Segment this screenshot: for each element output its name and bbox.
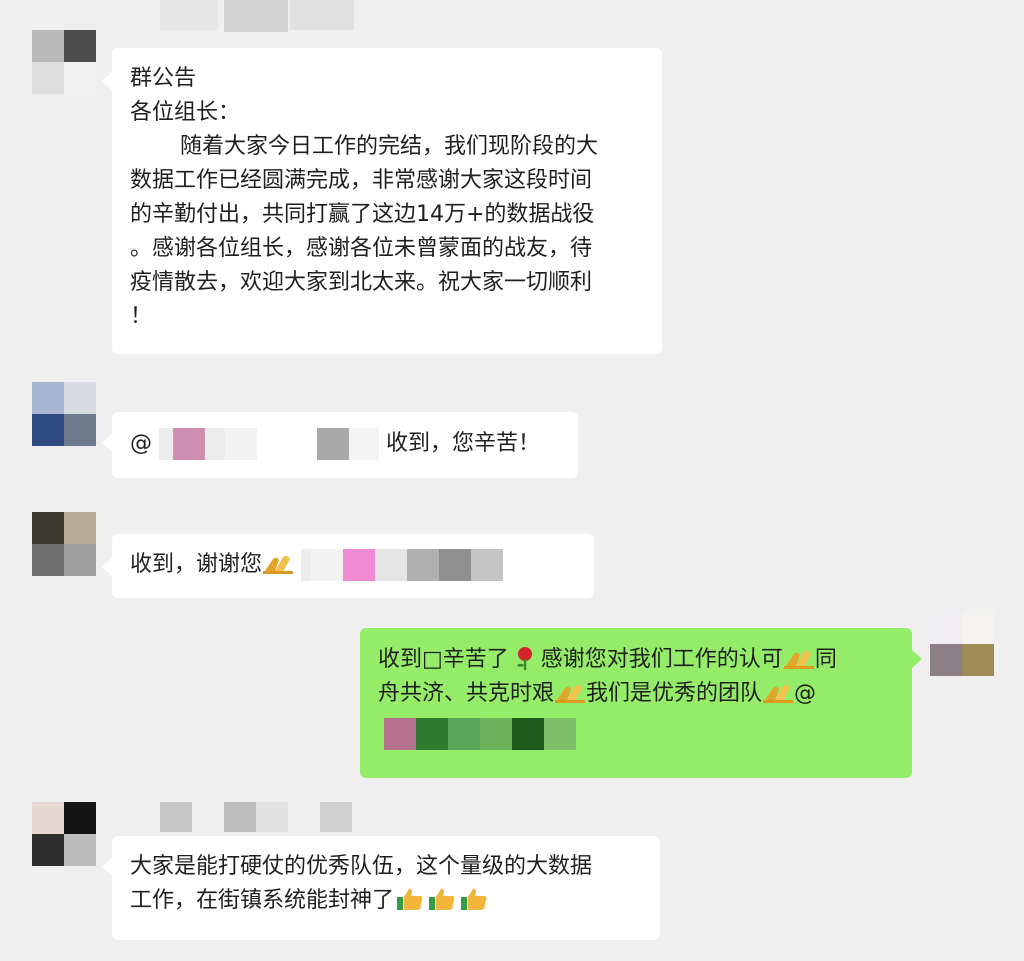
fist-bump-icon xyxy=(555,684,586,703)
bubble-tail xyxy=(102,858,112,876)
announcement-line: 数据工作已经圆满完成，非常感谢大家这段时间 xyxy=(130,168,593,193)
thumbs-up-icon xyxy=(461,888,487,910)
mention-name-blurred xyxy=(159,427,379,461)
rose-icon xyxy=(516,647,532,670)
reply-text: 工作，在街镇系统能封神了 xyxy=(130,888,395,913)
bubble-tail xyxy=(102,72,112,90)
fist-bump-icon xyxy=(763,684,794,703)
mention-at: @ xyxy=(794,681,817,706)
reply-text: 感谢您对我们工作的认可 xyxy=(540,647,783,672)
thumbs-up-icon xyxy=(429,888,455,910)
reply-text: 收到□辛苦了 xyxy=(378,647,509,672)
reply-text: 同 xyxy=(814,647,837,672)
reply-text: 我们是优秀的团队 xyxy=(586,681,763,706)
announcement-line: 随着大家今日工作的完结，我们现阶段的大 xyxy=(180,134,599,159)
self-reply-line: 收到□辛苦了 感谢您对我们工作的认可 同 xyxy=(378,643,894,677)
reply-bubble[interactable]: 大家是能打硬仗的优秀队伍，这个量级的大数据 工作，在街镇系统能封神了 xyxy=(112,836,660,940)
self-reply-bubble[interactable]: 收到□辛苦了 感谢您对我们工作的认可 同 舟共济、共克时艰 我们是优秀的团队 @ xyxy=(360,628,912,778)
mention-name-blurred xyxy=(384,717,576,751)
reply-text: 舟共济、共克时艰 xyxy=(378,681,555,706)
avatar[interactable] xyxy=(32,802,96,866)
reply-bubble[interactable]: 收到，谢谢您 xyxy=(112,534,594,598)
announcement-line: 。感谢各位组长，感谢各位未曾蒙面的战友，待 xyxy=(130,236,593,261)
mention-at: @ xyxy=(130,431,152,456)
reply-text: 收到，您辛苦！ xyxy=(386,431,541,456)
announcement-bubble[interactable]: 群公告 各位组长： 随着大家今日工作的完结，我们现阶段的大 数据工作已经圆满完成… xyxy=(112,48,662,354)
fist-bump-icon xyxy=(263,555,294,574)
avatar[interactable] xyxy=(32,30,96,94)
sender-name-blurred xyxy=(96,802,356,834)
avatar[interactable] xyxy=(32,512,96,576)
reply-line: 工作，在街镇系统能封神了 xyxy=(130,884,642,918)
self-reply-line: 舟共济、共克时艰 我们是优秀的团队 @ xyxy=(378,677,894,711)
announcement-line: ！ xyxy=(130,304,153,329)
avatar[interactable] xyxy=(930,612,994,676)
reply-text: 收到，谢谢您 xyxy=(130,552,263,577)
bubble-tail xyxy=(102,434,112,452)
avatar[interactable] xyxy=(32,382,96,446)
bubble-tail xyxy=(102,558,112,576)
mention-name-blurred xyxy=(301,548,504,582)
fist-bump-icon xyxy=(783,650,814,669)
announcement-line: 的辛勤付出，共同打赢了这边14万+的数据战役 xyxy=(130,202,595,227)
thumbs-up-icon xyxy=(397,888,423,910)
reply-text: 大家是能打硬仗的优秀队伍，这个量级的大数据 xyxy=(130,854,593,879)
reply-bubble[interactable]: @ 收到，您辛苦！ xyxy=(112,412,578,478)
announcement-greeting: 各位组长： xyxy=(130,100,241,125)
bubble-tail xyxy=(912,650,922,668)
announcement-line: 疫情散去，欢迎大家到北太来。祝大家一切顺利 xyxy=(130,270,593,295)
announcement-title: 群公告 xyxy=(130,66,197,91)
sender-name-blurred xyxy=(160,0,360,34)
